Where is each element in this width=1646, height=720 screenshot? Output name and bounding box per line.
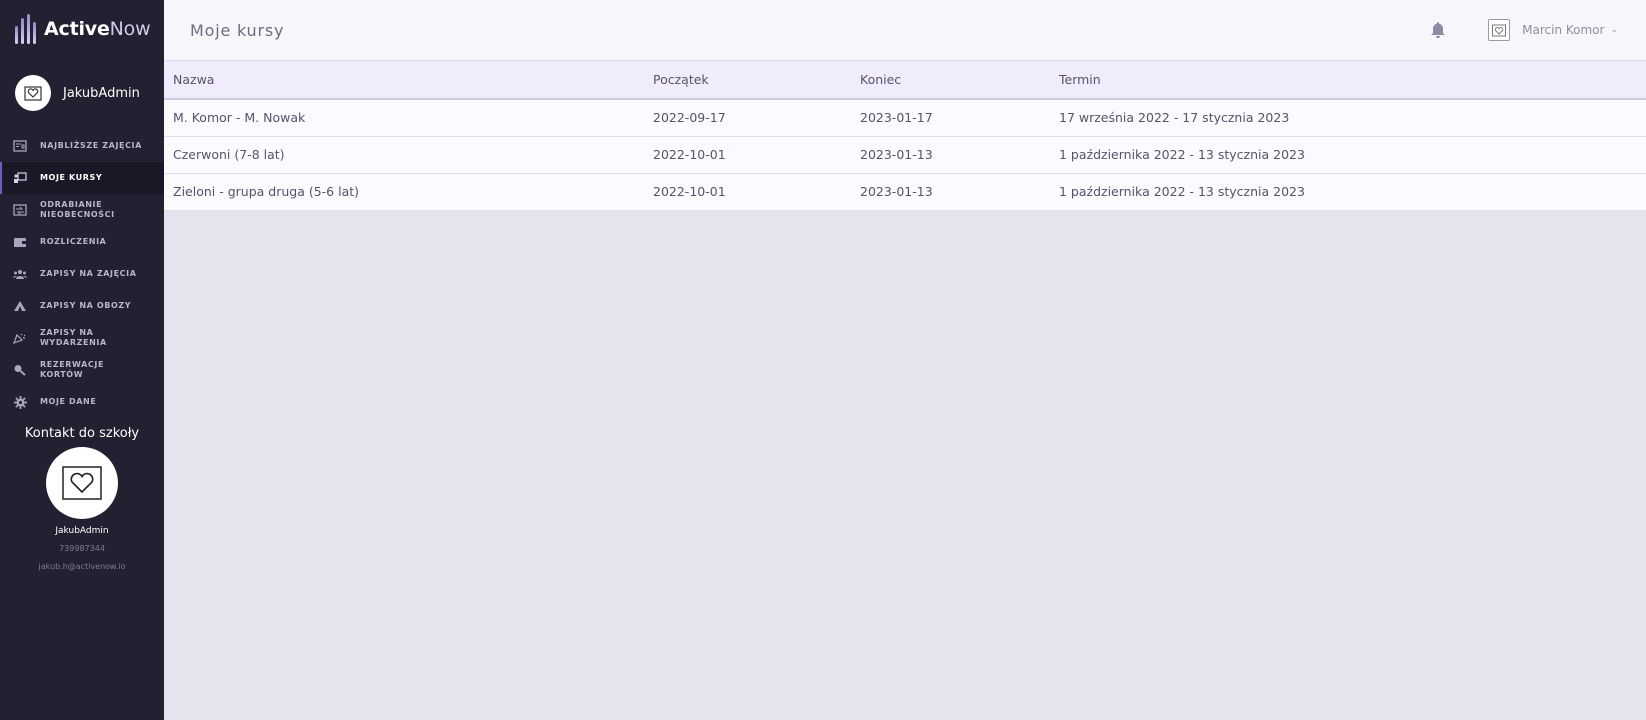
sidebar-item-label: ZAPISY NA OBOZY [40,301,132,310]
contact-name: JakubAdmin [55,526,109,536]
header-actions: Marcin Komor ⌄ [1430,19,1618,41]
sidebar-item-moje-dane[interactable]: MOJE DANE [0,386,164,418]
table-header-row: Nazwa Początek Koniec Termin [164,61,1646,100]
course-term: 17 września 2022 - 17 stycznia 2023 [1059,99,1646,137]
sidebar-item-label: ROZLICZENIA [40,237,107,246]
wallet-icon [13,235,27,249]
course-term: 1 października 2022 - 13 stycznia 2023 [1059,173,1646,211]
chevron-down-icon[interactable]: ⌄ [1610,25,1618,35]
table-row[interactable]: M. Komor - M. Nowak 2022-09-17 2023-01-1… [164,99,1646,137]
sidebar-item-label: NAJBLIŻSZE ZAJĘCIA [40,141,142,150]
courses-table: Nazwa Początek Koniec Termin M. Komor - … [164,61,1646,211]
sidebar-item-zapisy-na-wydarzenia[interactable]: ZAPISY NA WYDARZENIA [0,322,164,354]
sidebar-user-name: JakubAdmin [63,85,140,101]
sidebar-user[interactable]: JakubAdmin [0,58,164,128]
logo-text: ActiveNow [44,18,151,40]
sidebar-item-label: ZAPISY NA ZAJĘCIA [40,269,137,278]
teacher-board-icon [13,171,27,185]
heart-frame-icon [62,466,102,500]
contact-email[interactable]: jakub.h@activenow.io [38,562,125,571]
column-header-nazwa[interactable]: Nazwa [164,61,653,100]
page-title: Moje kursy [190,20,285,40]
sidebar: ActiveNow JakubAdmin NAJBLIŻSZE ZAJĘCIA … [0,0,164,720]
sidebar-item-rezerwacje-kortow[interactable]: REZERWACJE KORTÓW [0,354,164,386]
course-start: 2022-10-01 [653,173,860,211]
sidebar-item-label: ZAPISY NA WYDARZENIA [40,328,107,347]
tent-icon [13,299,27,313]
contact-title: Kontakt do szkoły [24,426,140,441]
sidebar-item-label: ODRABIANIE NIEOBECNOŚCI [40,200,115,219]
table-row[interactable]: Czerwoni (7-8 lat) 2022-10-01 2023-01-13… [164,136,1646,174]
column-header-termin[interactable]: Termin [1059,61,1646,100]
swap-board-icon [13,203,27,217]
party-popper-icon [13,331,27,345]
sidebar-item-label: MOJE KURSY [40,173,103,182]
course-term: 1 października 2022 - 13 stycznia 2023 [1059,136,1646,174]
school-contact: Kontakt do szkoły JakubAdmin 739987344 j… [0,426,164,571]
course-name: Zieloni - grupa druga (5-6 lat) [164,173,653,211]
contact-phone[interactable]: 739987344 [59,544,105,553]
sidebar-item-zapisy-na-zajecia[interactable]: ZAPISY NA ZAJĘCIA [0,258,164,290]
heart-frame-icon [24,86,42,101]
course-start: 2022-10-01 [653,136,860,174]
contact-avatar [46,447,118,519]
table-row[interactable]: Zieloni - grupa druga (5-6 lat) 2022-10-… [164,173,1646,211]
column-header-koniec[interactable]: Koniec [860,61,1059,100]
bell-icon[interactable] [1430,21,1448,39]
course-end: 2023-01-17 [860,99,1059,137]
course-end: 2023-01-13 [860,173,1059,211]
avatar [15,75,51,111]
racket-icon [13,363,27,377]
sidebar-item-moje-kursy[interactable]: MOJE KURSY [0,162,164,194]
top-header: Moje kursy Marcin Komor ⌄ [164,0,1646,61]
course-name: Czerwoni (7-8 lat) [164,136,653,174]
sidebar-item-rozliczenia[interactable]: ROZLICZENIA [0,226,164,258]
users-group-icon [13,267,27,281]
sidebar-menu: NAJBLIŻSZE ZAJĘCIA MOJE KURSY ODRABIANIE… [0,130,164,418]
user-avatar[interactable] [1488,19,1511,41]
courses-table-container: Nazwa Początek Koniec Termin M. Komor - … [164,61,1646,211]
heart-frame-icon [1492,24,1507,37]
app-logo[interactable]: ActiveNow [0,0,164,58]
sidebar-item-najblizsze-zajecia[interactable]: NAJBLIŻSZE ZAJĘCIA [0,130,164,162]
sidebar-item-label: MOJE DANE [40,397,97,406]
sidebar-item-odrabianie-nieobecnosci[interactable]: ODRABIANIE NIEOBECNOŚCI [0,194,164,226]
calendar-board-icon [13,139,27,153]
logo-bars-icon [15,14,36,44]
course-name: M. Komor - M. Nowak [164,99,653,137]
course-end: 2023-01-13 [860,136,1059,174]
gear-icon [13,395,27,409]
sidebar-item-zapisy-na-obozy[interactable]: ZAPISY NA OBOZY [0,290,164,322]
user-menu[interactable]: Marcin Komor [1522,23,1604,37]
course-start: 2022-09-17 [653,99,860,137]
sidebar-item-label: REZERWACJE KORTÓW [40,360,105,379]
column-header-poczatek[interactable]: Początek [653,61,860,100]
